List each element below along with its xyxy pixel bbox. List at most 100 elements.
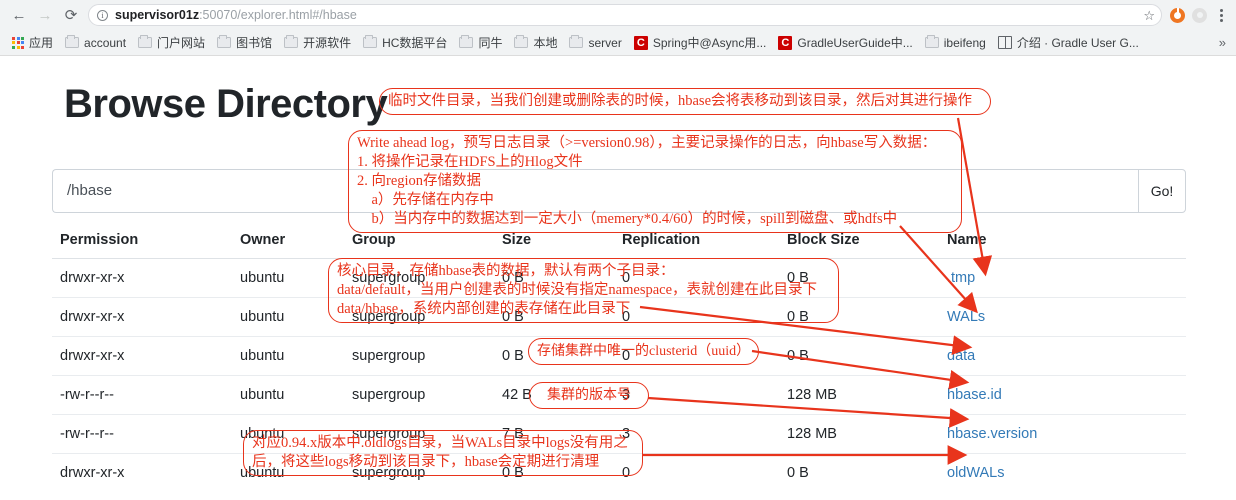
bookmark-item-spring-async[interactable]: C Spring中@Async用... xyxy=(628,32,773,54)
bookmark-label: account xyxy=(84,35,127,50)
bookmark-label: Spring中@Async用... xyxy=(652,36,767,50)
column-header-owner: Owner xyxy=(232,222,344,259)
page-content: Browse Directory /hbase Go! Permission O… xyxy=(0,56,1236,500)
bookmark-item-opensource[interactable]: 开源软件 xyxy=(278,32,357,54)
page-title: Browse Directory xyxy=(64,82,388,126)
cell-name: .tmp xyxy=(939,258,1186,298)
table-header-row: Permission Owner Group Size Replication … xyxy=(52,222,1186,259)
cell-size: 42 B xyxy=(494,375,614,415)
cell-permission: drwxr-xr-x xyxy=(52,336,232,376)
bookmark-label: 介绍 · Gradle User G... xyxy=(1016,36,1139,50)
folder-icon xyxy=(65,35,80,48)
path-bar: /hbase Go! xyxy=(52,169,1186,213)
site-info-icon[interactable]: i xyxy=(97,9,108,21)
toolbar-extensions xyxy=(1170,7,1236,23)
browser-toolbar: ← → ⟳ i supervisor01z:50070/explorer.htm… xyxy=(0,0,1236,30)
cell-owner: ubuntu xyxy=(232,297,344,337)
cell-group: supergroup xyxy=(344,375,494,415)
bookmark-label: 应用 xyxy=(29,36,54,50)
cell-replication: 0 xyxy=(614,336,779,376)
folder-icon xyxy=(514,35,529,48)
file-link[interactable]: .tmp xyxy=(947,270,975,286)
bookmark-star-icon[interactable]: ☆ xyxy=(1143,8,1155,24)
folder-icon xyxy=(284,35,299,48)
folder-icon xyxy=(217,35,232,48)
cell-permission: drwxr-xr-x xyxy=(52,258,232,298)
bookmark-label: 同牛 xyxy=(478,36,503,50)
table-row: drwxr-xr-x ubuntu supergroup 0 B 0 0 B d… xyxy=(52,336,1186,376)
table-row: drwxr-xr-x ubuntu supergroup 0 B 0 0 B W… xyxy=(52,297,1186,337)
back-icon[interactable]: ← xyxy=(6,2,32,28)
column-header-name: Name xyxy=(939,222,1186,259)
reload-icon[interactable]: ⟳ xyxy=(58,2,84,28)
table-row: drwxr-xr-x ubuntu supergroup 0 B 0 0 B .… xyxy=(52,258,1186,298)
bookmark-item-ibeifeng[interactable]: ibeifeng xyxy=(919,32,992,54)
cell-name: data xyxy=(939,336,1186,376)
url-path: :50070/explorer.html#/hbase xyxy=(199,8,357,22)
bookmark-item-local[interactable]: 本地 xyxy=(508,32,563,54)
cell-permission: drwxr-xr-x xyxy=(52,297,232,337)
file-link[interactable]: oldWALs xyxy=(947,465,1004,481)
cell-size: 0 B xyxy=(494,297,614,337)
go-button[interactable]: Go! xyxy=(1138,169,1186,213)
file-link[interactable]: data xyxy=(947,348,975,364)
folder-icon xyxy=(138,35,153,48)
cell-name: hbase.version xyxy=(939,414,1186,454)
cell-owner: ubuntu xyxy=(232,258,344,298)
cell-size: 7 B xyxy=(494,414,614,454)
extension-orange-icon[interactable] xyxy=(1170,7,1185,23)
bookmark-label: GradleUserGuide中... xyxy=(797,36,913,50)
cell-group: supergroup xyxy=(344,414,494,454)
file-link[interactable]: hbase.version xyxy=(947,426,1037,442)
column-header-permission: Permission xyxy=(52,222,232,259)
bookmark-item-gradle-intro[interactable]: 介绍 · Gradle User G... xyxy=(992,32,1145,54)
cell-size: 0 B xyxy=(494,453,614,492)
cell-block-size: 0 B xyxy=(779,258,939,298)
cell-owner: ubuntu xyxy=(232,336,344,376)
path-input[interactable]: /hbase xyxy=(52,169,1138,213)
cell-block-size: 0 B xyxy=(779,453,939,492)
cell-group: supergroup xyxy=(344,336,494,376)
address-bar[interactable]: i supervisor01z:50070/explorer.html#/hba… xyxy=(88,4,1162,26)
forward-icon[interactable]: → xyxy=(32,2,58,28)
column-header-block-size: Block Size xyxy=(779,222,939,259)
bookmark-item-portal[interactable]: 门户网站 xyxy=(132,32,211,54)
bookmark-item-gradle-user-guide[interactable]: C GradleUserGuide中... xyxy=(772,32,918,54)
folder-icon xyxy=(569,35,584,48)
bookmark-label: server xyxy=(588,35,622,50)
cell-group: supergroup xyxy=(344,297,494,337)
url-host: supervisor01z xyxy=(115,8,200,22)
bookmark-label: 本地 xyxy=(533,36,558,50)
chrome-menu-icon[interactable] xyxy=(1214,8,1228,22)
cell-owner: ubuntu xyxy=(232,375,344,415)
url-text: supervisor01z:50070/explorer.html#/hbase xyxy=(115,8,357,22)
extension-gray-icon[interactable] xyxy=(1192,7,1207,23)
cell-owner: ubuntu xyxy=(232,414,344,454)
bookmark-item-library[interactable]: 图书馆 xyxy=(211,32,278,54)
cell-block-size: 0 B xyxy=(779,297,939,337)
cell-name: oldWALs xyxy=(939,453,1186,492)
cell-replication: 0 xyxy=(614,453,779,492)
cell-size: 0 B xyxy=(494,336,614,376)
bookmark-item-tongniu[interactable]: 同牛 xyxy=(453,32,508,54)
bookmark-label: 门户网站 xyxy=(157,36,206,50)
file-link[interactable]: WALs xyxy=(947,309,985,325)
table-row: -rw-r--r-- ubuntu supergroup 7 B 3 128 M… xyxy=(52,414,1186,454)
folder-icon xyxy=(924,35,939,48)
csdn-icon: C xyxy=(633,35,648,50)
column-header-size: Size xyxy=(494,222,614,259)
file-link[interactable]: hbase.id xyxy=(947,387,1002,403)
bookmark-item-account[interactable]: account xyxy=(59,32,132,54)
cell-permission: drwxr-xr-x xyxy=(52,453,232,492)
bookmark-label: ibeifeng xyxy=(943,35,986,50)
bookmark-item-server[interactable]: server xyxy=(563,32,627,54)
browser-chrome: ← → ⟳ i supervisor01z:50070/explorer.htm… xyxy=(0,0,1236,56)
cell-replication: 0 xyxy=(614,297,779,337)
bookmark-label: 开源软件 xyxy=(303,36,352,50)
table-row: drwxr-xr-x ubuntu supergroup 0 B 0 0 B o… xyxy=(52,453,1186,492)
bookmark-item-apps[interactable]: 应用 xyxy=(6,32,59,54)
cell-permission: -rw-r--r-- xyxy=(52,414,232,454)
bookmark-label: HC数据平台 xyxy=(382,36,448,50)
bookmarks-overflow-icon[interactable]: » xyxy=(1219,35,1236,50)
bookmark-item-hc-platform[interactable]: HC数据平台 xyxy=(357,32,453,54)
